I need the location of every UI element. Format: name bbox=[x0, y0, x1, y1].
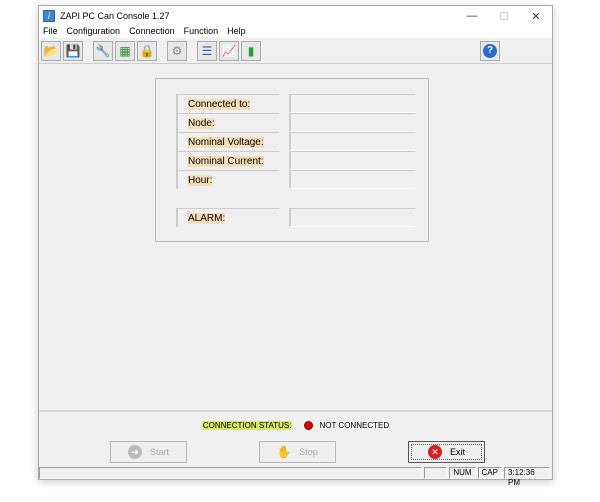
exit-button[interactable]: ✕ Exit bbox=[408, 441, 485, 463]
value-node bbox=[289, 113, 415, 132]
menu-help[interactable]: Help bbox=[227, 26, 246, 38]
info-panel: Connected to: Node: Nominal Voltage: Nom… bbox=[155, 78, 429, 242]
menu-function[interactable]: Function bbox=[184, 26, 219, 38]
value-hour bbox=[289, 170, 415, 189]
board-icon: ▦ bbox=[119, 43, 131, 58]
start-button[interactable]: ➜ Start bbox=[110, 441, 187, 463]
chart-button[interactable]: 📈 bbox=[219, 40, 239, 61]
list-icon: ☰ bbox=[201, 43, 213, 58]
help-icon: ? bbox=[483, 44, 497, 58]
board-button[interactable]: ▦ bbox=[115, 40, 135, 61]
label-connected-to: Connected to: bbox=[176, 94, 279, 113]
tools-icon: 🔧 bbox=[95, 43, 111, 58]
list-button[interactable]: ☰ bbox=[197, 40, 217, 61]
menu-connection[interactable]: Connection bbox=[129, 26, 175, 38]
clock: 3:12:36 PM bbox=[503, 467, 551, 487]
help-button[interactable]: ? bbox=[480, 41, 500, 61]
status-led-icon bbox=[304, 420, 314, 430]
arrow-right-icon: ➜ bbox=[127, 445, 142, 459]
save-icon: 💾 bbox=[65, 43, 81, 58]
minimize-button[interactable]: — bbox=[456, 10, 488, 23]
maximize-button[interactable]: ☐ bbox=[488, 10, 520, 23]
connection-status-value: NOT CONNECTED bbox=[319, 420, 390, 430]
chart-icon: 📈 bbox=[221, 43, 237, 58]
value-nominal-voltage bbox=[289, 132, 415, 151]
network-button[interactable]: ⚙ bbox=[167, 40, 187, 61]
title-bar: / ZAPI PC Can Console 1.27 — ☐ ✕ bbox=[39, 6, 552, 26]
toolbar: 📂 💾 🔧 ▦ 🔒 ⚙ ☰ 📈 ▮ ? bbox=[39, 38, 552, 64]
book-icon: ▮ bbox=[247, 43, 255, 58]
network-icon: ⚙ bbox=[171, 43, 183, 58]
value-nominal-current bbox=[289, 151, 415, 170]
close-button[interactable]: ✕ bbox=[520, 10, 552, 23]
value-connected-to bbox=[289, 94, 415, 113]
label-nominal-voltage: Nominal Voltage: bbox=[176, 132, 279, 151]
open-button[interactable]: 📂 bbox=[41, 40, 61, 61]
lock-icon: 🔒 bbox=[139, 43, 155, 58]
label-hour: Hour: bbox=[176, 170, 279, 189]
lock-button[interactable]: 🔒 bbox=[137, 40, 157, 61]
connection-status-label: CONNECTION STATUS: bbox=[201, 420, 293, 430]
status-message bbox=[39, 467, 423, 479]
menu-configuration[interactable]: Configuration bbox=[67, 26, 121, 38]
label-nominal-current: Nominal Current: bbox=[176, 151, 279, 170]
book-button[interactable]: ▮ bbox=[241, 40, 261, 61]
stop-button[interactable]: ✋ Stop bbox=[259, 441, 336, 463]
hand-icon: ✋ bbox=[276, 445, 292, 459]
close-circle-icon: ✕ bbox=[427, 445, 442, 459]
tools-button[interactable]: 🔧 bbox=[93, 40, 113, 61]
label-node: Node: bbox=[176, 113, 279, 132]
connection-status: CONNECTION STATUS: NOT CONNECTED bbox=[39, 410, 552, 438]
num-indicator: NUM bbox=[449, 467, 476, 479]
app-icon: / bbox=[43, 10, 55, 22]
menu-file[interactable]: File bbox=[43, 26, 58, 38]
menu-bar: File Configuration Connection Function H… bbox=[39, 26, 552, 38]
label-alarm: ALARM: bbox=[176, 208, 279, 227]
save-button[interactable]: 💾 bbox=[63, 40, 83, 61]
value-alarm bbox=[289, 208, 415, 227]
window-title: ZAPI PC Can Console 1.27 bbox=[60, 11, 170, 21]
open-folder-icon: 📂 bbox=[43, 43, 59, 58]
app-window: / ZAPI PC Can Console 1.27 — ☐ ✕ File Co… bbox=[38, 5, 553, 487]
status-bar: NUM CAP 3:12:36 PM bbox=[39, 467, 552, 487]
cap-indicator: CAP bbox=[477, 467, 502, 479]
